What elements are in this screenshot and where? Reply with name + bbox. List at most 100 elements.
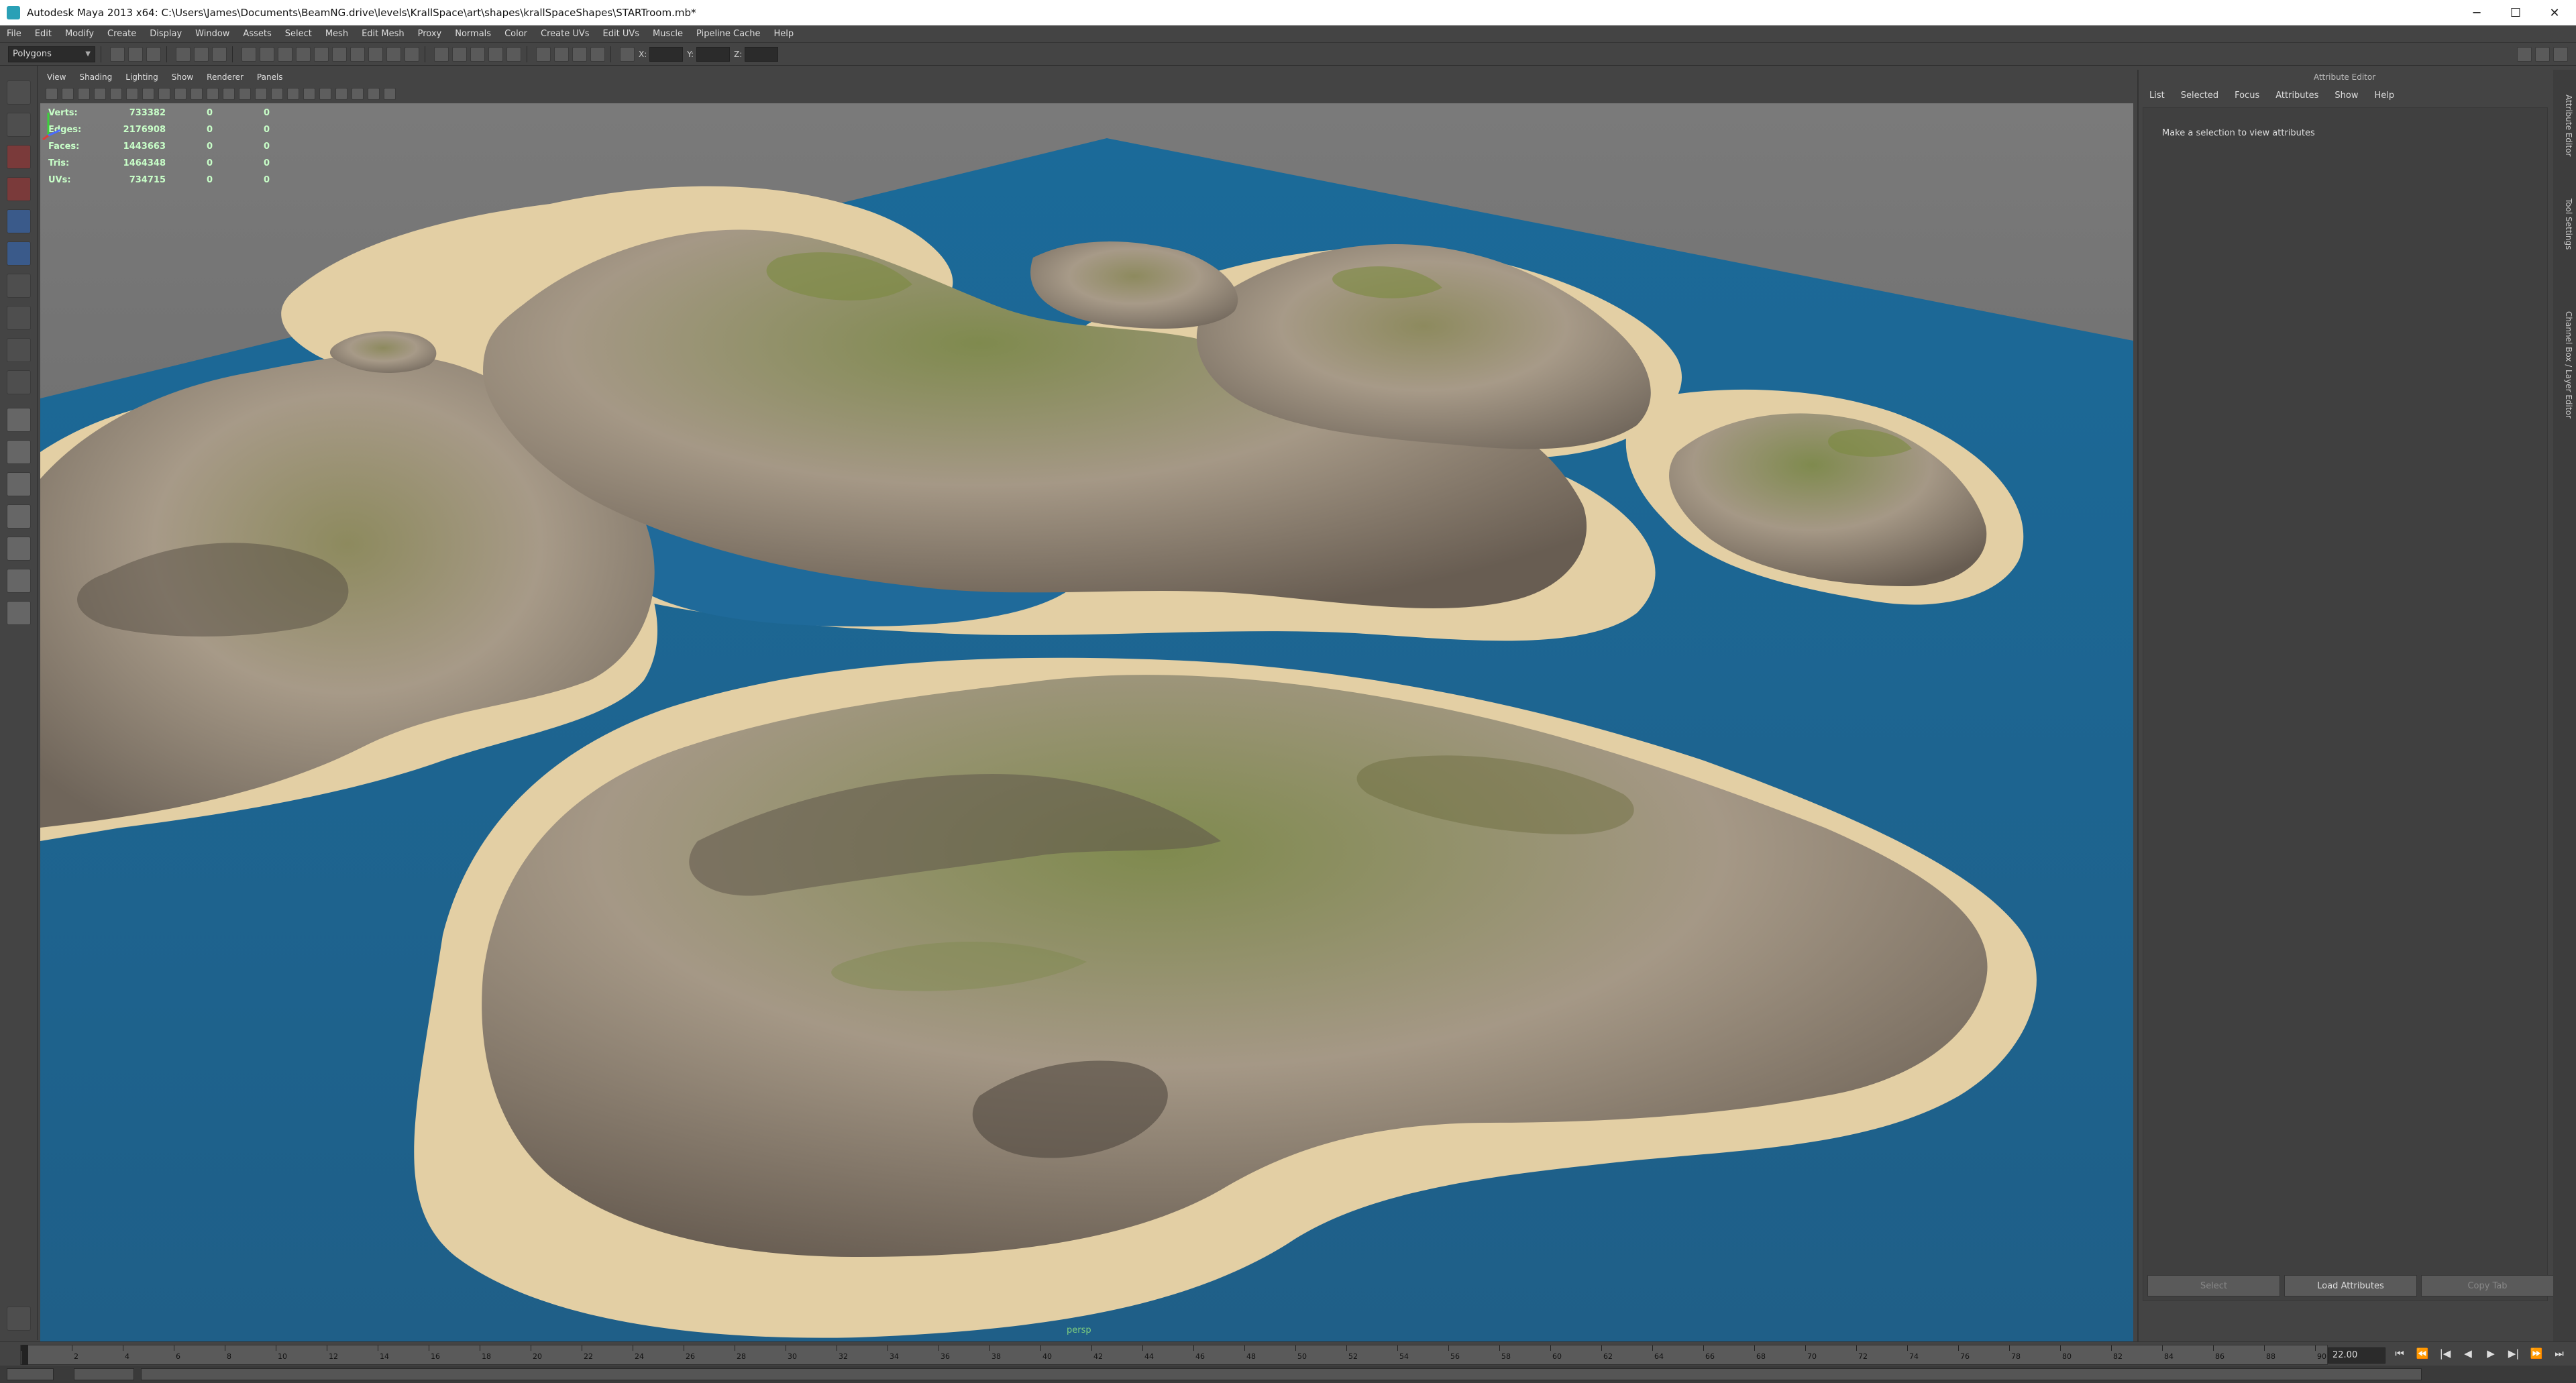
- panel-menu-shading[interactable]: Shading: [72, 72, 119, 82]
- grease-pencil-icon[interactable]: [126, 88, 138, 100]
- menu-create-uvs[interactable]: Create UVs: [534, 29, 596, 39]
- resolution-gate-icon[interactable]: [174, 88, 186, 100]
- select-hierarchy-icon[interactable]: [176, 46, 191, 62]
- ae-menu-focus[interactable]: Focus: [2235, 91, 2259, 101]
- layout-hypershade-icon[interactable]: [7, 601, 31, 625]
- snap-curve-icon[interactable]: [452, 46, 467, 62]
- menu-mesh[interactable]: Mesh: [319, 29, 355, 39]
- menu-edit-uvs[interactable]: Edit UVs: [596, 29, 647, 39]
- panel-menu-view[interactable]: View: [40, 72, 72, 82]
- layout-outliner-icon[interactable]: [7, 569, 31, 593]
- gate-mask-icon[interactable]: [191, 88, 203, 100]
- menu-create[interactable]: Create: [101, 29, 143, 39]
- last-tool-icon[interactable]: [7, 370, 31, 394]
- step-back-key-icon[interactable]: ⏪: [2412, 1347, 2432, 1360]
- smooth-shade-icon[interactable]: [271, 88, 283, 100]
- paint-select-tool-icon[interactable]: [7, 145, 31, 169]
- menu-file[interactable]: File: [0, 29, 28, 39]
- save-scene-icon[interactable]: [146, 46, 161, 62]
- safe-action-icon[interactable]: [223, 88, 235, 100]
- lasso-tool-icon[interactable]: [7, 113, 31, 137]
- make-live-icon[interactable]: [506, 46, 521, 62]
- isolate-select-icon[interactable]: [368, 88, 380, 100]
- two-d-pan-icon[interactable]: [110, 88, 122, 100]
- toggle-channel-box-icon[interactable]: [2553, 46, 2568, 62]
- minimize-button[interactable]: ─: [2458, 0, 2496, 25]
- maximize-button[interactable]: ☐: [2497, 0, 2534, 25]
- mask-joint-icon[interactable]: [260, 46, 274, 62]
- toggle-attribute-editor-icon[interactable]: [2517, 46, 2532, 62]
- wireframe-on-shaded-icon[interactable]: [287, 88, 299, 100]
- panel-menu-show[interactable]: Show: [165, 72, 200, 82]
- ae-menu-show[interactable]: Show: [2334, 91, 2358, 101]
- menu-help[interactable]: Help: [767, 29, 800, 39]
- wireframe-icon[interactable]: [255, 88, 267, 100]
- use-all-lights-icon[interactable]: [319, 88, 331, 100]
- menu-color[interactable]: Color: [498, 29, 534, 39]
- soft-modification-icon[interactable]: [7, 306, 31, 330]
- time-ruler[interactable]: 0246810121416182022242628303234363840424…: [20, 1345, 2328, 1365]
- x-field[interactable]: [649, 46, 684, 62]
- open-scene-icon[interactable]: [128, 46, 143, 62]
- menu-select[interactable]: Select: [278, 29, 319, 39]
- z-field[interactable]: [745, 46, 779, 62]
- menu-edit-mesh[interactable]: Edit Mesh: [355, 29, 411, 39]
- menu-proxy[interactable]: Proxy: [411, 29, 449, 39]
- ae-menu-selected[interactable]: Selected: [2181, 91, 2218, 101]
- toggle-tool-settings-icon[interactable]: [2535, 46, 2550, 62]
- camera-attributes-icon[interactable]: [62, 88, 74, 100]
- select-camera-icon[interactable]: [46, 88, 58, 100]
- ipr-render-icon[interactable]: [572, 46, 587, 62]
- layout-single-icon[interactable]: [7, 408, 31, 432]
- panel-menu-lighting[interactable]: Lighting: [119, 72, 165, 82]
- perspective-viewport[interactable]: Verts: 733382 0 0 Edges: 2176908 0 0 Fac…: [40, 103, 2133, 1341]
- render-frame-icon[interactable]: [554, 46, 569, 62]
- mask-misc-icon[interactable]: [368, 46, 383, 62]
- select-tool-icon[interactable]: [7, 80, 31, 105]
- mask-handle-icon[interactable]: [241, 46, 256, 62]
- select-button[interactable]: Select: [2147, 1275, 2280, 1296]
- step-forward-frame-icon[interactable]: ▶|: [2504, 1347, 2524, 1360]
- go-to-end-icon[interactable]: ⏭: [2549, 1347, 2569, 1360]
- range-slider-bar[interactable]: [141, 1368, 2422, 1380]
- layout-side-by-side-icon[interactable]: [7, 472, 31, 496]
- current-time-marker[interactable]: [21, 1345, 28, 1365]
- textured-icon[interactable]: [303, 88, 315, 100]
- ae-menu-help[interactable]: Help: [2375, 91, 2395, 101]
- hotbox-icon[interactable]: [7, 1307, 31, 1331]
- scale-tool-icon[interactable]: [7, 241, 31, 266]
- go-to-start-icon[interactable]: ⏮: [2390, 1347, 2410, 1360]
- snap-point-icon[interactable]: [470, 46, 485, 62]
- show-manipulator-icon[interactable]: [7, 338, 31, 362]
- mask-curve-icon[interactable]: [278, 46, 292, 62]
- grid-icon[interactable]: [142, 88, 154, 100]
- play-forwards-icon[interactable]: ▶: [2481, 1347, 2501, 1360]
- y-field[interactable]: [696, 46, 731, 62]
- history-icon[interactable]: [536, 46, 551, 62]
- step-forward-key-icon[interactable]: ⏩: [2526, 1347, 2546, 1360]
- playback-start-field[interactable]: [74, 1368, 134, 1380]
- menu-pipeline-cache[interactable]: Pipeline Cache: [690, 29, 767, 39]
- panel-menu-panels[interactable]: Panels: [250, 72, 290, 82]
- universal-manipulator-icon[interactable]: [7, 274, 31, 298]
- menu-display[interactable]: Display: [143, 29, 189, 39]
- move-tool-icon[interactable]: [7, 177, 31, 201]
- shadows-icon[interactable]: [335, 88, 347, 100]
- layout-persp-outliner-icon[interactable]: [7, 537, 31, 561]
- snap-grid-icon[interactable]: [434, 46, 449, 62]
- highlight-selection-icon[interactable]: [405, 46, 419, 62]
- ae-menu-attributes[interactable]: Attributes: [2275, 91, 2318, 101]
- play-backwards-icon[interactable]: ◀: [2458, 1347, 2478, 1360]
- menu-set-dropdown[interactable]: Polygons ▼: [8, 46, 95, 62]
- time-slider[interactable]: 0246810121416182022242628303234363840424…: [0, 1341, 2576, 1366]
- image-plane-icon[interactable]: [94, 88, 106, 100]
- film-gate-icon[interactable]: [158, 88, 170, 100]
- mask-deform-icon[interactable]: [314, 46, 329, 62]
- select-object-icon[interactable]: [194, 46, 209, 62]
- field-chart-icon[interactable]: [207, 88, 219, 100]
- menu-normals[interactable]: Normals: [448, 29, 498, 39]
- menu-window[interactable]: Window: [189, 29, 236, 39]
- panel-menu-renderer[interactable]: Renderer: [200, 72, 250, 82]
- ae-menu-list[interactable]: List: [2149, 91, 2165, 101]
- mask-surface-icon[interactable]: [296, 46, 311, 62]
